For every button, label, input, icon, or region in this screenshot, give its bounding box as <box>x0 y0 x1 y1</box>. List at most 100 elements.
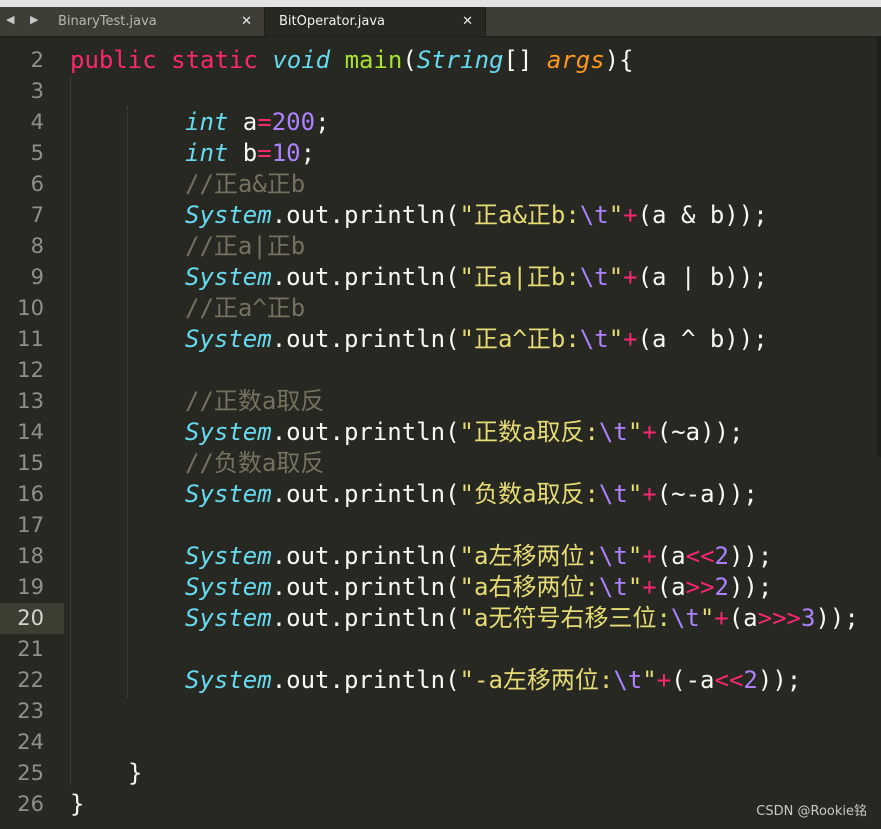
code-line-26[interactable]: } <box>70 789 84 820</box>
line-number: 4 <box>30 110 44 134</box>
token-punct: )); <box>728 573 773 601</box>
token-string: "a左移两位: <box>459 542 599 570</box>
token-escape: \t <box>598 480 628 508</box>
line-number: 16 <box>17 482 44 506</box>
token-punct: ( <box>402 46 417 74</box>
token-escape: \t <box>598 573 628 601</box>
line-number: 19 <box>17 575 44 599</box>
tab-nav-arrows-icon[interactable]: ◀ ▶ <box>6 13 44 26</box>
token-string: "正数a取反: <box>459 418 599 446</box>
token-keyword: static <box>171 46 258 74</box>
token-op: >>> <box>757 604 801 632</box>
code-line-5[interactable]: int b=10; <box>185 138 315 169</box>
tab-binarytest[interactable]: BinaryTest.java ✕ <box>44 7 264 36</box>
token-string: "正a^正b: <box>459 325 580 353</box>
code-editor[interactable]: 2 3 4 5 6 7 8 9 10 11 12 13 14 15 16 17 … <box>0 37 881 829</box>
token-op: + <box>623 201 638 229</box>
token-op: << <box>714 666 744 694</box>
line-number: 12 <box>17 358 44 382</box>
token-member: .out. <box>271 666 344 694</box>
code-comment-10[interactable]: //正a^正b <box>185 293 305 324</box>
token-string: " <box>608 263 624 291</box>
token-punct: [] <box>503 46 547 74</box>
line-number: 7 <box>30 203 44 227</box>
token-string: " <box>608 325 624 353</box>
token-expr: (-a <box>671 666 715 694</box>
code-line-25[interactable]: } <box>128 758 142 789</box>
code-comment-15[interactable]: //负数a取反 <box>185 448 324 479</box>
tab-label: BitOperator.java <box>279 14 385 29</box>
line-number: 14 <box>17 420 44 444</box>
token-punct: )); <box>815 604 859 632</box>
token-string: " <box>699 604 715 632</box>
token-string: "a无符号右移三位: <box>459 604 671 632</box>
token-type: System <box>185 201 272 229</box>
code-line-16[interactable]: System.out.println("负数a取反:\t"+(~-a)); <box>185 479 758 510</box>
token-number: 3 <box>800 604 816 632</box>
code-comment-13[interactable]: //正数a取反 <box>185 386 324 417</box>
line-number: 18 <box>17 544 44 568</box>
tab-bar: ◀ ▶ BinaryTest.java ✕ BitOperator.java ✕ <box>0 7 881 37</box>
code-line-19[interactable]: System.out.println("a右移两位:\t"+(a>>2)); <box>185 572 772 603</box>
token-call: println( <box>343 542 460 570</box>
token-expr: (a | b)); <box>637 263 768 291</box>
line-number: 17 <box>17 513 44 537</box>
code-line-18[interactable]: System.out.println("a左移两位:\t"+(a<<2)); <box>185 541 772 572</box>
token-type: void <box>272 46 331 74</box>
token-punct: ){ <box>604 46 634 74</box>
token-call: println( <box>343 604 460 632</box>
code-line-9[interactable]: System.out.println("正a|正b:\t"+(a | b)); <box>185 262 768 293</box>
tab-bitoperator[interactable]: BitOperator.java ✕ <box>264 7 486 36</box>
token-expr: (a & b)); <box>637 201 768 229</box>
line-number: 11 <box>17 327 44 351</box>
minimap-edge <box>877 37 881 457</box>
token-number: 2 <box>714 542 729 570</box>
token-op: + <box>642 480 657 508</box>
token-member: .out. <box>271 418 344 446</box>
token-call: println( <box>343 666 460 694</box>
code-line-2[interactable]: public static void main(String[] args){ <box>70 45 634 76</box>
token-call: println( <box>343 480 460 508</box>
token-call: println( <box>343 325 460 353</box>
token-number: 10 <box>271 139 301 167</box>
line-number: 8 <box>30 234 44 258</box>
code-line-4[interactable]: int a=200; <box>185 107 330 138</box>
token-expr: (a <box>656 573 686 601</box>
token-type: System <box>185 480 272 508</box>
code-comment-6[interactable]: //正a&正b <box>185 169 305 200</box>
token-escape: \t <box>670 604 700 632</box>
token-punct: )); <box>728 542 773 570</box>
token-string: " <box>627 542 643 570</box>
code-line-14[interactable]: System.out.println("正数a取反:\t"+(~a)); <box>185 417 743 448</box>
indent-guide <box>70 76 71 786</box>
token-op: = <box>257 139 272 167</box>
line-number: 23 <box>17 699 44 723</box>
close-icon[interactable]: ✕ <box>241 7 252 36</box>
token-string: "a右移两位: <box>459 573 599 601</box>
code-comment-8[interactable]: //正a|正b <box>185 231 305 262</box>
line-number: 9 <box>30 265 44 289</box>
token-member: .out. <box>271 604 344 632</box>
token-call: println( <box>343 201 460 229</box>
line-number: 25 <box>17 761 44 785</box>
token-member: .out. <box>271 263 344 291</box>
code-line-11[interactable]: System.out.println("正a^正b:\t"+(a ^ b)); <box>185 324 768 355</box>
code-line-20-current[interactable]: System.out.println("a无符号右移三位:\t"+(a>>>3)… <box>185 603 859 634</box>
token-member: .out. <box>271 542 344 570</box>
line-number: 24 <box>17 730 44 754</box>
token-op: + <box>642 418 657 446</box>
token-string: " <box>608 201 624 229</box>
token-expr: (a <box>656 542 686 570</box>
token-number: 2 <box>714 573 729 601</box>
line-number: 2 <box>30 48 44 72</box>
code-line-7[interactable]: System.out.println("正a&正b:\t"+(a & b)); <box>185 200 768 231</box>
line-number: 10 <box>17 296 44 320</box>
token-escape: \t <box>598 542 628 570</box>
token-member: .out. <box>271 480 344 508</box>
watermark: CSDN @Rookie铭 <box>756 804 867 819</box>
close-icon[interactable]: ✕ <box>462 7 473 36</box>
code-line-22[interactable]: System.out.println("-a左移两位:\t"+(-a<<2)); <box>185 665 801 696</box>
line-number-current: 20 <box>17 606 44 630</box>
token-escape: \t <box>579 263 609 291</box>
line-number: 3 <box>30 79 44 103</box>
